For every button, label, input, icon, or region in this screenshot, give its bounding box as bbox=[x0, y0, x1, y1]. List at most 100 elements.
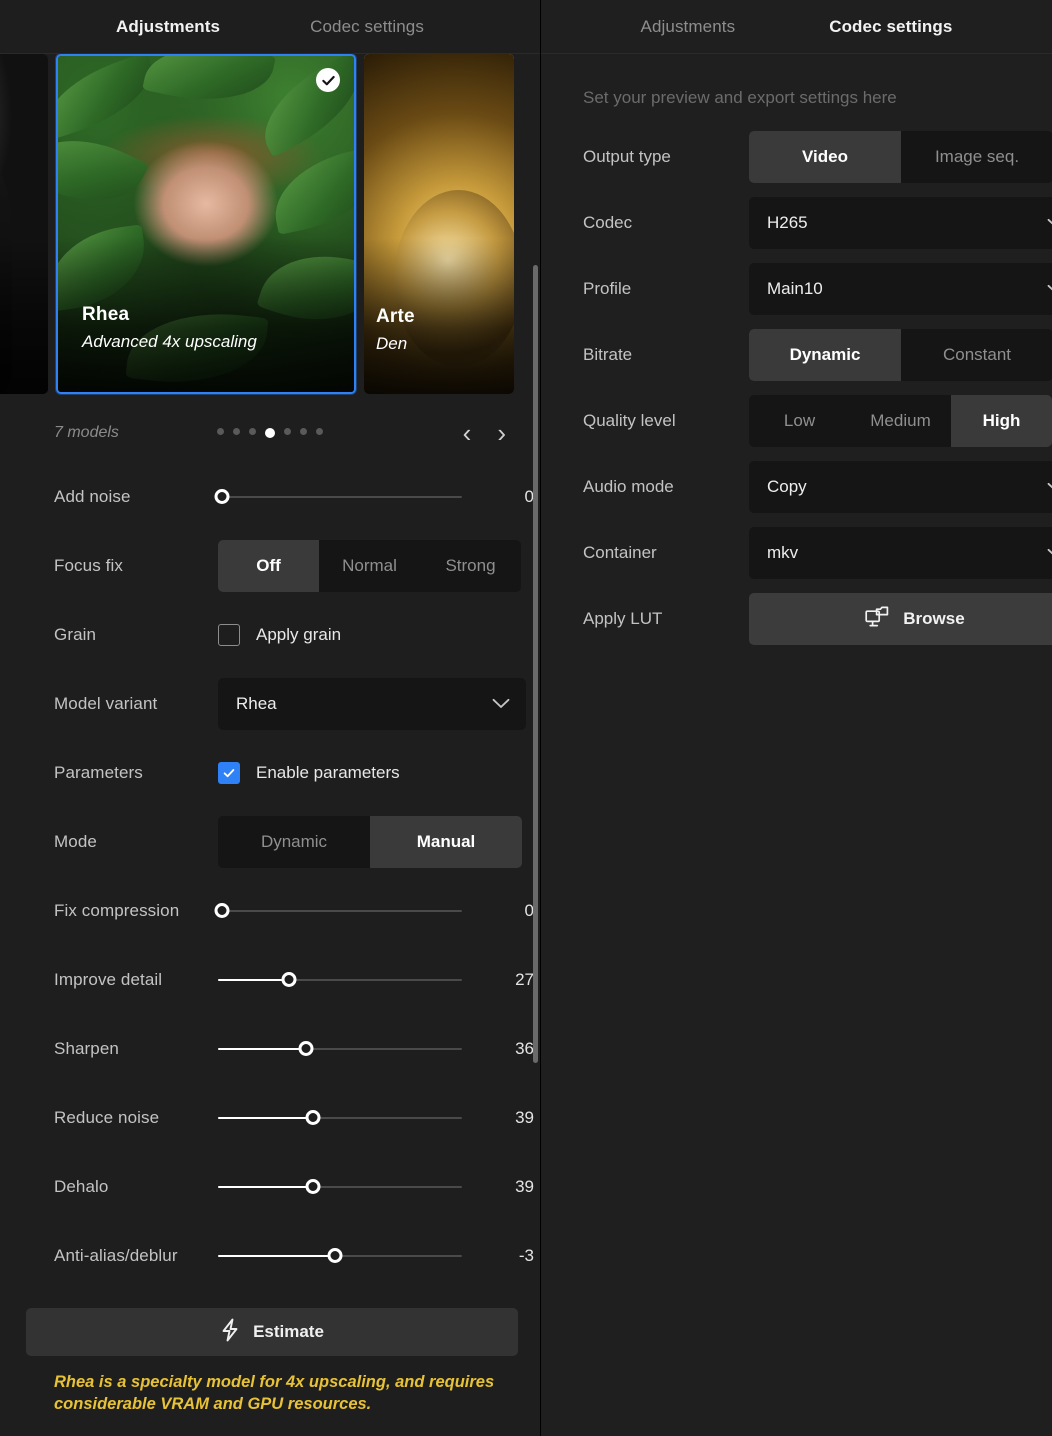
apply-grain-checkbox-row[interactable]: Apply grain bbox=[218, 623, 341, 646]
model-card-title: Rhea bbox=[82, 304, 130, 325]
carousel-arrows: ‹ › bbox=[463, 420, 520, 446]
models-count-label: 7 models bbox=[54, 424, 119, 441]
quality-level-option-low[interactable]: Low bbox=[749, 395, 850, 447]
slider-knob[interactable] bbox=[281, 972, 297, 987]
row-container: Container mkv bbox=[541, 520, 1052, 586]
slider-knob[interactable] bbox=[214, 903, 230, 918]
fix-compression-slider[interactable] bbox=[214, 900, 462, 922]
bitrate-option-constant[interactable]: Constant bbox=[901, 329, 1052, 381]
enable-parameters-checkbox[interactable] bbox=[218, 761, 240, 784]
quality-level-option-medium[interactable]: Medium bbox=[850, 395, 951, 447]
dehalo-slider[interactable] bbox=[218, 1176, 462, 1198]
enable-parameters-checkbox-row[interactable]: Enable parameters bbox=[218, 761, 400, 784]
improve-detail-label: Improve detail bbox=[54, 969, 163, 989]
model-card-title: Arte bbox=[376, 306, 415, 327]
mode-option-dynamic[interactable]: Dynamic bbox=[218, 816, 370, 868]
chevron-down-icon bbox=[1047, 284, 1052, 295]
carousel-dot[interactable] bbox=[233, 428, 240, 435]
slider-fill bbox=[218, 978, 289, 981]
codec-value: H265 bbox=[767, 213, 808, 232]
profile-dropdown[interactable]: Main10 bbox=[749, 263, 1052, 315]
tab-adjustments[interactable]: Adjustments bbox=[110, 13, 226, 41]
sharpen-slider[interactable] bbox=[218, 1038, 462, 1060]
anti-alias-deblur-label: Anti-alias/deblur bbox=[54, 1245, 178, 1265]
row-codec: Codec H265 bbox=[541, 190, 1052, 256]
row-model-variant: Model variant Rhea bbox=[0, 669, 540, 738]
carousel-dot-active[interactable] bbox=[265, 428, 275, 438]
adjustments-form: Add noise 0 Focus fix Off Normal Strong … bbox=[0, 462, 540, 1290]
anti-alias-deblur-slider[interactable] bbox=[218, 1245, 462, 1267]
carousel-dot[interactable] bbox=[284, 428, 291, 435]
container-dropdown[interactable]: mkv bbox=[749, 527, 1052, 579]
model-card-list: Rhea Advanced 4x upscaling Arte Den bbox=[0, 54, 514, 394]
output-type-option-image-seq[interactable]: Image seq. bbox=[901, 131, 1052, 183]
slider-knob[interactable] bbox=[214, 489, 230, 504]
dehalo-label: Dehalo bbox=[54, 1176, 109, 1196]
chevron-down-icon bbox=[492, 698, 510, 709]
carousel-dot[interactable] bbox=[300, 428, 307, 435]
improve-detail-slider[interactable] bbox=[218, 969, 462, 991]
mode-segmented: Dynamic Manual bbox=[218, 815, 522, 868]
model-variant-dropdown[interactable]: Rhea bbox=[218, 677, 526, 730]
profile-value: Main10 bbox=[767, 279, 823, 298]
bitrate-option-dynamic[interactable]: Dynamic bbox=[749, 329, 901, 381]
apply-grain-checkbox[interactable] bbox=[218, 623, 240, 646]
chevron-down-icon bbox=[1047, 218, 1052, 229]
model-card-rhea[interactable]: Rhea Advanced 4x upscaling bbox=[56, 54, 356, 394]
right-tab-bar: Adjustments Codec settings bbox=[541, 0, 1052, 54]
row-bitrate: Bitrate Dynamic Constant bbox=[541, 322, 1052, 388]
audio-mode-value: Copy bbox=[767, 477, 807, 496]
estimate-button-wrap: Estimate bbox=[0, 1290, 540, 1356]
mode-option-manual[interactable]: Manual bbox=[370, 815, 522, 868]
row-anti-alias-deblur: Anti-alias/deblur -3 bbox=[0, 1221, 540, 1290]
grain-label: Grain bbox=[54, 624, 97, 644]
bitrate-segmented: Dynamic Constant bbox=[749, 329, 1052, 381]
codec-settings-hint: Set your preview and export settings her… bbox=[583, 88, 897, 107]
row-reduce-noise: Reduce noise 39 bbox=[0, 1083, 540, 1152]
audio-mode-dropdown[interactable]: Copy bbox=[749, 461, 1052, 513]
add-noise-value: 0 bbox=[524, 486, 534, 506]
reduce-noise-slider[interactable] bbox=[218, 1107, 462, 1129]
container-value: mkv bbox=[767, 543, 799, 562]
chevron-right-icon[interactable]: › bbox=[497, 420, 506, 446]
mode-label: Mode bbox=[54, 831, 97, 851]
add-noise-slider[interactable] bbox=[214, 486, 462, 508]
output-type-option-video[interactable]: Video bbox=[749, 131, 901, 183]
tab-codec-settings-right[interactable]: Codec settings bbox=[823, 13, 958, 41]
focus-fix-option-off[interactable]: Off bbox=[218, 539, 319, 592]
slider-knob[interactable] bbox=[298, 1041, 314, 1056]
slider-knob[interactable] bbox=[327, 1248, 343, 1263]
chevron-left-icon[interactable]: ‹ bbox=[463, 420, 472, 446]
model-card-right[interactable]: Arte Den bbox=[364, 54, 514, 394]
chevron-down-icon bbox=[1047, 482, 1052, 493]
reduce-noise-label: Reduce noise bbox=[54, 1107, 160, 1127]
sharpen-value: 36 bbox=[515, 1038, 534, 1058]
estimate-button[interactable]: Estimate bbox=[26, 1308, 518, 1356]
fix-compression-value: 0 bbox=[524, 900, 534, 920]
carousel-dot[interactable] bbox=[249, 428, 256, 435]
carousel-dot[interactable] bbox=[217, 428, 224, 435]
focus-fix-option-strong[interactable]: Strong bbox=[420, 540, 521, 592]
left-panel-scrollbar[interactable] bbox=[533, 265, 538, 1063]
slider-knob[interactable] bbox=[305, 1179, 321, 1194]
estimate-button-label: Estimate bbox=[253, 1322, 324, 1341]
browse-button[interactable]: Browse bbox=[749, 593, 1052, 645]
tab-codec-settings[interactable]: Codec settings bbox=[304, 13, 430, 41]
quality-level-option-high[interactable]: High bbox=[951, 395, 1052, 447]
slider-knob[interactable] bbox=[305, 1110, 321, 1125]
row-quality-level: Quality level Low Medium High bbox=[541, 388, 1052, 454]
row-fix-compression: Fix compression 0 bbox=[0, 876, 540, 945]
model-warning-text: Rhea is a specialty model for 4x upscali… bbox=[54, 1373, 495, 1413]
container-label: Container bbox=[583, 543, 657, 562]
model-card-left[interactable] bbox=[0, 54, 48, 394]
sharpen-label: Sharpen bbox=[54, 1038, 119, 1058]
focus-fix-option-normal[interactable]: Normal bbox=[319, 540, 420, 592]
slider-track bbox=[218, 495, 462, 498]
codec-dropdown[interactable]: H265 bbox=[749, 197, 1052, 249]
carousel-dot[interactable] bbox=[316, 428, 323, 435]
browse-button-label: Browse bbox=[903, 609, 965, 628]
row-sharpen: Sharpen 36 bbox=[0, 1014, 540, 1083]
slider-fill bbox=[218, 1116, 314, 1119]
row-dehalo: Dehalo 39 bbox=[0, 1152, 540, 1221]
tab-adjustments-right[interactable]: Adjustments bbox=[635, 13, 742, 41]
